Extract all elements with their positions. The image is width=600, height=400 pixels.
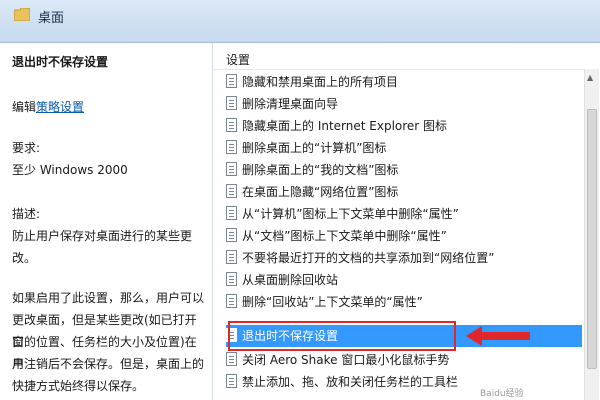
description-label: 描述: — [12, 207, 41, 221]
policy-doc-icon — [226, 272, 237, 286]
detail-line: 如果启用了此设置，那么，用户可以 — [12, 291, 205, 305]
list-item[interactable]: 删除桌面上的“计算机”图标 — [226, 137, 582, 159]
policy-doc-icon — [226, 206, 237, 220]
edit-prefix: 编辑 — [12, 100, 37, 114]
detail-line: 户注销后不会保存。但是，桌面上的 — [12, 357, 205, 371]
policy-doc-icon — [226, 374, 237, 388]
description-line: 防止用户保存对桌面进行的某些更 — [12, 229, 193, 243]
policy-doc-icon — [226, 352, 237, 366]
requirements-value: 至少 Windows 2000 — [12, 163, 128, 177]
edit-line: 编辑策略设置 — [12, 98, 84, 115]
list-item[interactable]: 关闭 Aero Shake 窗口最小化鼠标手势 — [226, 349, 582, 371]
policy-doc-icon — [226, 228, 237, 242]
description-line: 改。 — [12, 251, 37, 265]
list-item[interactable]: 从“文档”图标上下文菜单中删除“属性” — [226, 225, 582, 247]
policy-doc-icon — [226, 96, 237, 110]
list-item[interactable]: 删除清理桌面向导 — [226, 93, 582, 115]
list-item[interactable]: 从桌面删除回收站 — [226, 269, 582, 291]
list-item[interactable]: 从“计算机”图标上下文菜单中删除“属性” — [226, 203, 582, 225]
list-item[interactable]: 在桌面上隐藏“网络位置”图标 — [226, 181, 582, 203]
requirements-label: 要求: — [12, 141, 41, 155]
annotation-arrow-icon — [466, 326, 530, 346]
description-pane: 退出时不保存设置 编辑策略设置 要求: 至少 Windows 2000 描述: … — [0, 43, 213, 400]
policy-doc-icon — [226, 140, 237, 154]
policy-doc-icon — [226, 118, 237, 132]
policy-doc-icon — [226, 184, 237, 198]
list-item[interactable]: 隐藏桌面上的 Internet Explorer 图标 — [226, 115, 582, 137]
policy-doc-icon — [226, 294, 237, 308]
policy-doc-icon — [226, 250, 237, 264]
header-bar: 桌面 — [0, 0, 600, 43]
folder-icon — [14, 8, 30, 21]
window-title: 桌面 — [38, 11, 65, 26]
scrollbar-thumb[interactable] — [587, 109, 597, 369]
annotation-highlight-box — [228, 321, 456, 351]
list-item[interactable]: 禁止添加、拖、放和关闭任务栏的工具栏 — [226, 371, 582, 393]
edit-policy-link[interactable]: 策略设置 — [36, 100, 84, 114]
detail-line: 快捷方式始终得以保存。 — [12, 379, 145, 393]
policy-doc-icon — [226, 74, 237, 88]
vertical-scrollbar[interactable]: ▲ — [584, 69, 599, 400]
policy-title: 退出时不保存设置 — [12, 55, 109, 69]
scroll-up-icon[interactable]: ▲ — [587, 73, 597, 83]
column-header-setting[interactable]: 设置 — [214, 43, 584, 70]
policy-doc-icon — [226, 162, 237, 176]
watermark: Baidu经验 — [480, 389, 524, 399]
list-item[interactable]: 删除“回收站”上下文菜单的“属性” — [226, 291, 582, 313]
list-item[interactable]: 不要将最近打开的文档的共享添加到“网络位置” — [226, 247, 582, 269]
list-item[interactable]: 隐藏和禁用桌面上的所有项目 — [226, 71, 582, 93]
list-item[interactable]: 删除桌面上的“我的文档”图标 — [226, 159, 582, 181]
